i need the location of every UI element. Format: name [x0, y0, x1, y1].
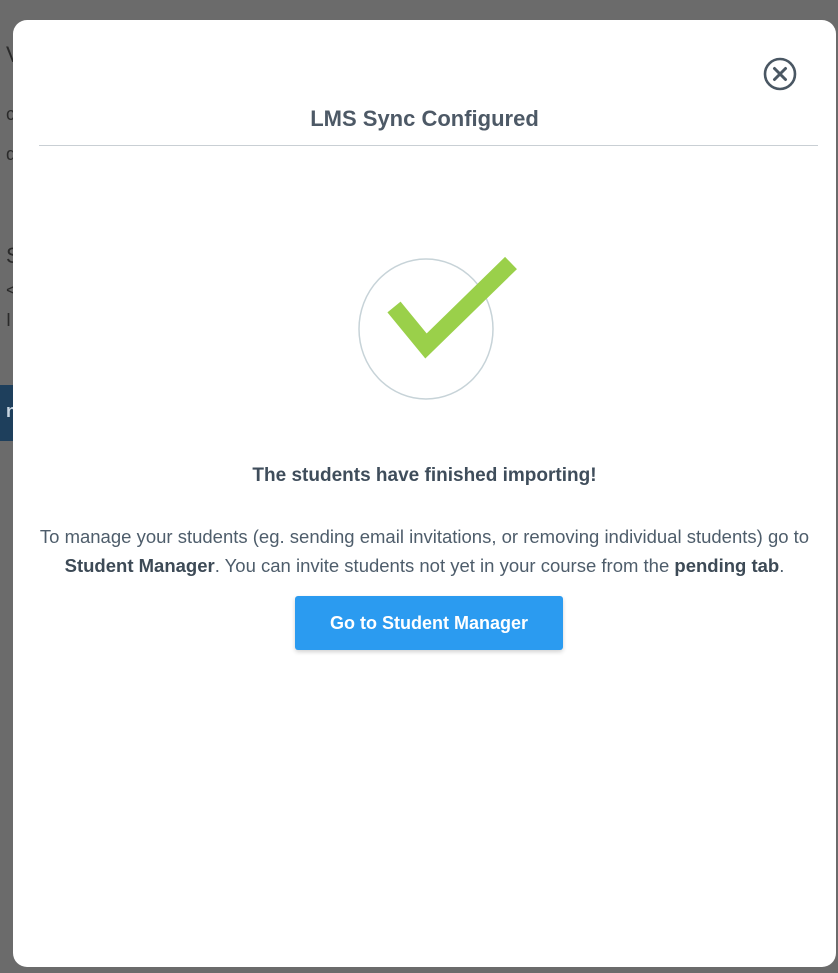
message-text: . You can invite students not yet in you… — [214, 555, 675, 576]
go-to-student-manager-button[interactable]: Go to Student Manager — [295, 596, 563, 650]
lms-sync-modal: LMS Sync Configured The students have fi… — [13, 20, 836, 967]
success-message: To manage your students (eg. sending ema… — [19, 522, 830, 580]
modal-title: LMS Sync Configured — [310, 106, 539, 131]
close-circle-icon — [763, 57, 797, 91]
close-button[interactable] — [762, 56, 798, 92]
checkmark-icon — [358, 256, 517, 400]
success-heading: The students have finished importing! — [252, 465, 597, 486]
title-divider — [39, 145, 818, 146]
message-text: . — [779, 555, 785, 576]
pending-tab-strong: pending tab — [674, 555, 780, 576]
success-graphic — [356, 245, 532, 421]
message-text: To manage your students (eg. sending ema… — [39, 526, 810, 547]
success-circle — [358, 258, 494, 400]
student-manager-strong: Student Manager — [64, 555, 215, 576]
